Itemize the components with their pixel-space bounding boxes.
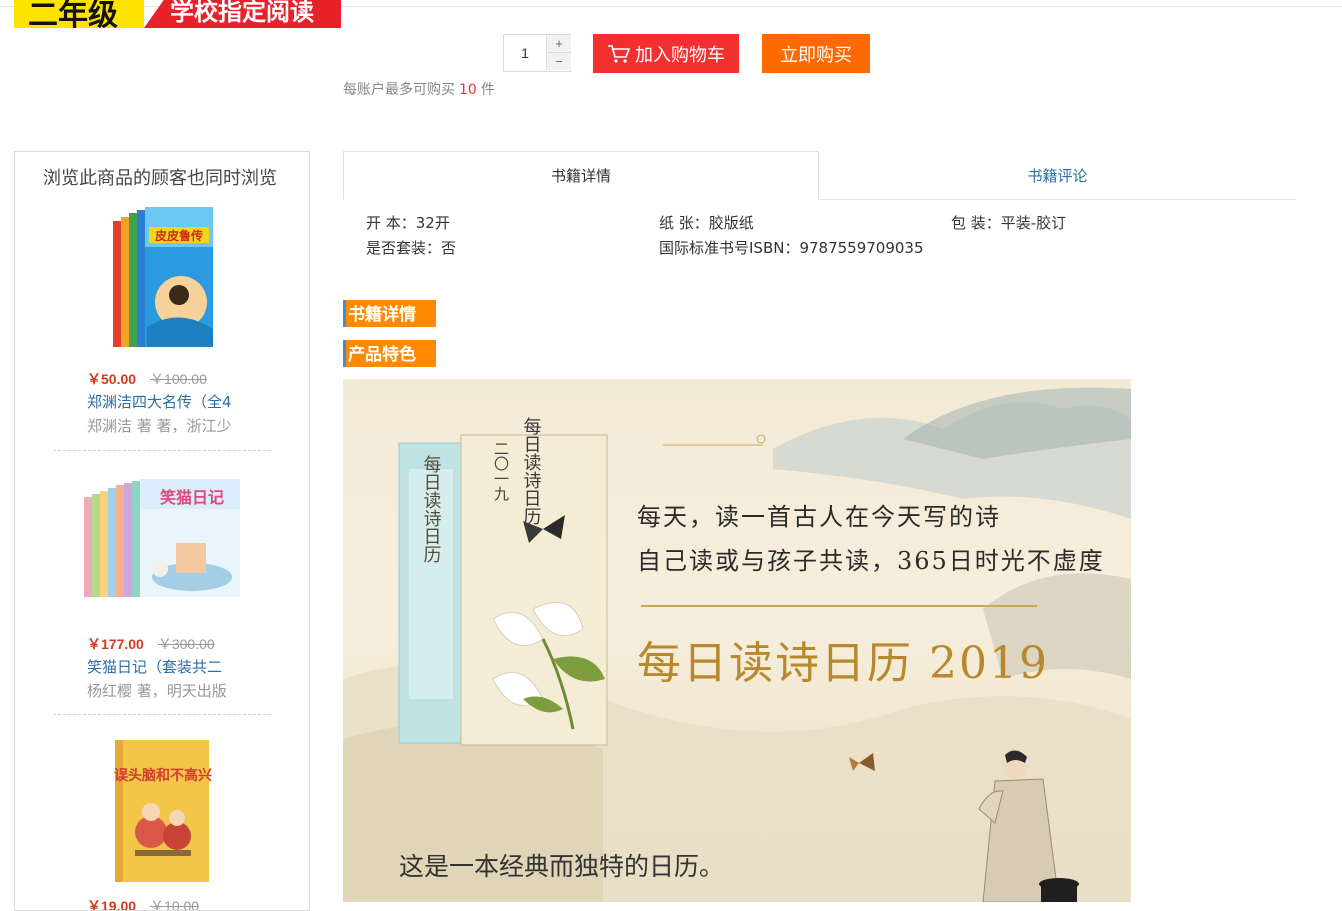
promo-line-2: 自己读或与孩子共读，365日时光不虚度 bbox=[637, 547, 1105, 575]
item-name-link[interactable]: 笑猫日记（套装共二 bbox=[87, 656, 239, 677]
grade-banner: 二年级 学校指定阅读 bbox=[14, 0, 341, 28]
svg-text:二〇一九: 二〇一九 bbox=[492, 441, 510, 502]
item-price: ￥177.00 ￥300.00 bbox=[87, 636, 215, 652]
promo-title: 每日读诗日历 2019 bbox=[637, 638, 1049, 689]
spec-binding: 包 装：平装-胶订 bbox=[951, 214, 1067, 232]
buy-now-button[interactable]: 立即购买 bbox=[762, 34, 870, 73]
spec-set: 是否套装：否 bbox=[366, 239, 457, 257]
limit-prefix: 每账户最多可购买 bbox=[343, 82, 455, 98]
promo-line-1: 每天，读一首古人在今天写的诗 bbox=[637, 503, 1001, 531]
promo-bottom-text: 这是一本经典而独特的日历。 bbox=[399, 852, 725, 881]
purchase-limit-note: 每账户最多可购买 10 件 bbox=[343, 79, 495, 99]
book-cover-image[interactable]: 皮皮鲁传 bbox=[107, 207, 217, 357]
spec-format: 开 本：32开 bbox=[366, 214, 450, 232]
quantity-minus-button[interactable]: − bbox=[546, 53, 571, 70]
item-divider bbox=[53, 450, 271, 451]
promo-divider bbox=[641, 605, 1037, 607]
svg-text:误头脑和不高兴: 误头脑和不高兴 bbox=[114, 767, 212, 784]
list-item: 笑猫日记 ￥177.00 ￥300.00 笑猫日记（套装共二 杨红樱 著，明天出版 bbox=[15, 477, 309, 717]
section-tag-details: 书籍详情 bbox=[343, 300, 436, 327]
svg-text:笑猫日记: 笑猫日记 bbox=[160, 488, 224, 507]
item-divider bbox=[53, 714, 271, 715]
detail-tabs: 书籍详情 书籍评论 bbox=[343, 151, 1296, 200]
quantity-plus-button[interactable]: + bbox=[546, 35, 571, 53]
list-item: 误头脑和不高兴 ￥19.00 ￥10.00 bbox=[15, 740, 309, 911]
also-viewed-sidebar: 浏览此商品的顾客也同时浏览 皮皮鲁传 ￥50.00 ￥100.00 郑渊洁四大名传… bbox=[14, 151, 310, 911]
limit-value: 10 bbox=[459, 82, 477, 98]
banner-school-text: 学校指定阅读 bbox=[170, 0, 314, 26]
item-price: ￥19.00 ￥10.00 bbox=[87, 898, 200, 911]
banner-red: 学校指定阅读 bbox=[144, 0, 341, 28]
item-price: ￥50.00 ￥100.00 bbox=[87, 371, 207, 387]
section-tag-features: 产品特色 bbox=[343, 340, 436, 367]
item-author: 郑渊洁 著 著，浙江少 bbox=[87, 417, 232, 435]
item-author: 杨红樱 著，明天出版 bbox=[87, 682, 227, 700]
limit-suffix: 件 bbox=[480, 82, 495, 98]
svg-text:皮皮鲁传: 皮皮鲁传 bbox=[154, 228, 203, 243]
add-to-cart-button[interactable]: 加入购物车 bbox=[593, 34, 739, 73]
tab-book-details[interactable]: 书籍详情 bbox=[343, 151, 819, 200]
cart-icon bbox=[608, 44, 630, 63]
list-item: 皮皮鲁传 ￥50.00 ￥100.00 郑渊洁四大名传（全4 郑渊洁 著 著，浙江… bbox=[15, 207, 309, 447]
svg-text:每日读诗日历: 每日读诗日历 bbox=[421, 455, 442, 563]
sidebar-title: 浏览此商品的顾客也同时浏览 bbox=[43, 168, 277, 189]
banner-yellow: 二年级 bbox=[14, 0, 144, 28]
quantity-stepper: + − bbox=[503, 34, 571, 72]
book-cover-image[interactable]: 误头脑和不高兴 bbox=[107, 740, 217, 885]
item-name-link[interactable]: 郑渊洁四大名传（全4 bbox=[87, 391, 239, 412]
banner-grade-text: 二年级 bbox=[28, 0, 118, 28]
spec-paper: 纸 张：胶版纸 bbox=[659, 214, 754, 232]
book-cover-image[interactable]: 笑猫日记 bbox=[82, 477, 242, 617]
product-feature-image: 每日读诗日历 二〇一九 每日读诗日历 每天，读一首古人在今天写的诗 自己读或与孩… bbox=[343, 379, 1131, 902]
tab-book-reviews[interactable]: 书籍评论 bbox=[819, 151, 1296, 199]
quantity-input[interactable] bbox=[504, 35, 546, 71]
add-to-cart-label: 加入购物车 bbox=[635, 44, 725, 66]
svg-text:每日读诗日历: 每日读诗日历 bbox=[521, 417, 542, 525]
spec-isbn: 国际标准书号ISBN：9787559709035 bbox=[659, 239, 924, 257]
